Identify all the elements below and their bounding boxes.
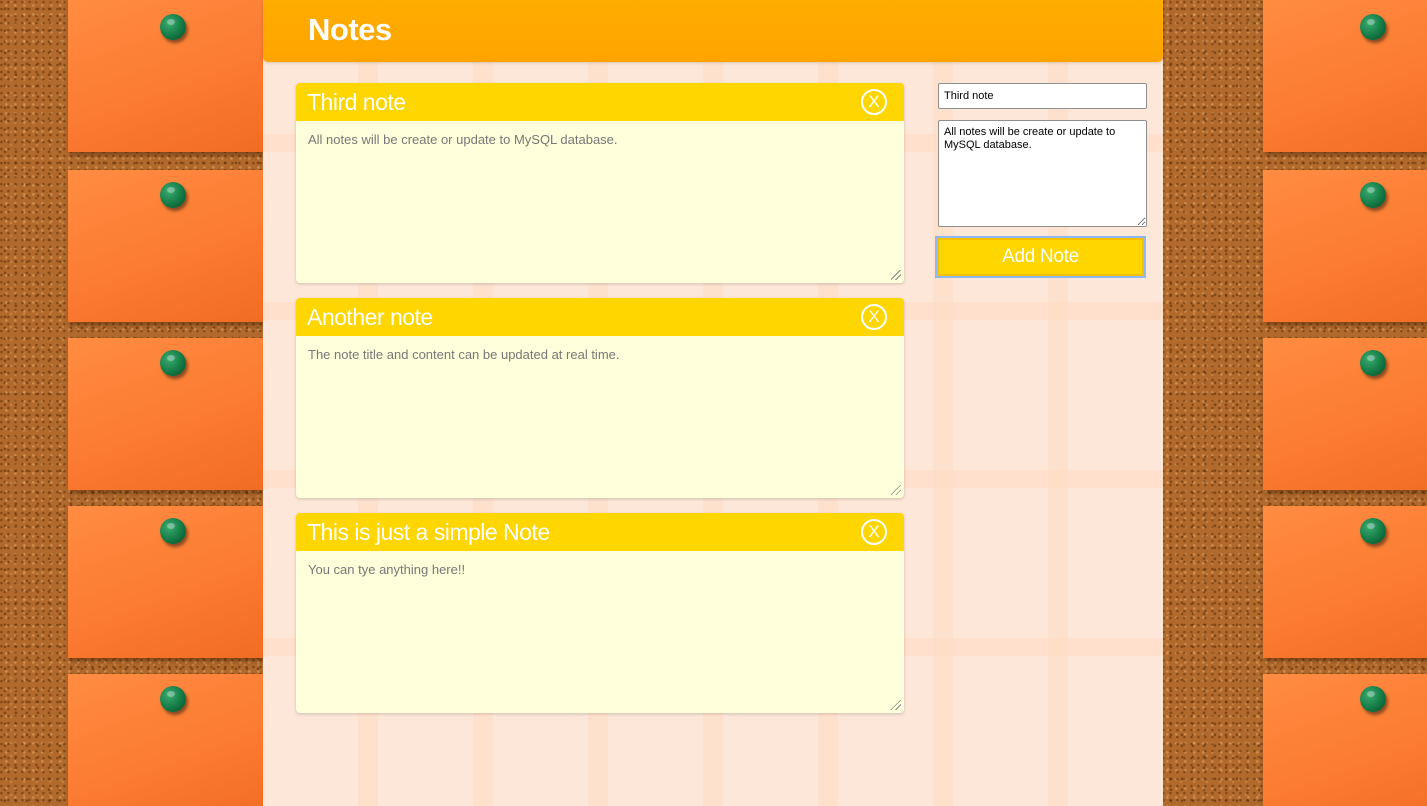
pushpin-icon — [1360, 350, 1386, 376]
note-header: Third note X — [296, 83, 904, 121]
note-card: Third note X All notes will be create or… — [296, 83, 904, 283]
note-content-textarea[interactable]: All notes will be create or update to My… — [938, 120, 1147, 227]
add-note-button[interactable]: Add Note — [937, 238, 1144, 276]
sticky-note-decoration — [1263, 506, 1427, 658]
resize-handle-icon[interactable] — [891, 485, 901, 495]
note-title-input[interactable] — [938, 83, 1147, 109]
close-icon[interactable]: X — [861, 89, 887, 115]
sticky-note-decoration — [1263, 170, 1427, 322]
pushpin-icon — [160, 350, 186, 376]
note-title[interactable]: Another note — [307, 304, 433, 331]
note-content[interactable]: The note title and content can be update… — [308, 347, 892, 362]
sticky-note-decoration — [1263, 338, 1427, 490]
sticky-note-decoration — [1263, 0, 1427, 152]
resize-handle-icon[interactable] — [891, 270, 901, 280]
close-icon[interactable]: X — [861, 519, 887, 545]
pushpin-icon — [1360, 182, 1386, 208]
pushpin-icon — [160, 14, 186, 40]
notes-list: Third note X All notes will be create or… — [296, 83, 904, 728]
pushpin-icon — [1360, 518, 1386, 544]
corkboard-right — [1163, 0, 1427, 806]
note-card: This is just a simple Note X You can tye… — [296, 513, 904, 713]
sticky-note-decoration — [1263, 674, 1427, 806]
add-note-form: All notes will be create or update to My… — [937, 83, 1148, 276]
note-title[interactable]: Third note — [307, 89, 406, 116]
page-title: Notes — [308, 12, 392, 47]
pushpin-icon — [1360, 14, 1386, 40]
note-header: This is just a simple Note X — [296, 513, 904, 551]
note-card: Another note X The note title and conten… — [296, 298, 904, 498]
pushpin-icon — [160, 686, 186, 712]
resize-handle-icon[interactable] — [891, 700, 901, 710]
pushpin-icon — [160, 182, 186, 208]
corkboard-left — [0, 0, 263, 806]
note-content[interactable]: You can tye anything here!! — [308, 562, 892, 577]
app-header: Notes — [263, 0, 1163, 62]
app-container: Notes Third note X All notes will be cre… — [263, 0, 1163, 806]
note-header: Another note X — [296, 298, 904, 336]
note-content[interactable]: All notes will be create or update to My… — [308, 132, 892, 147]
close-icon[interactable]: X — [861, 304, 887, 330]
pushpin-icon — [160, 518, 186, 544]
pushpin-icon — [1360, 686, 1386, 712]
note-title[interactable]: This is just a simple Note — [307, 519, 550, 546]
